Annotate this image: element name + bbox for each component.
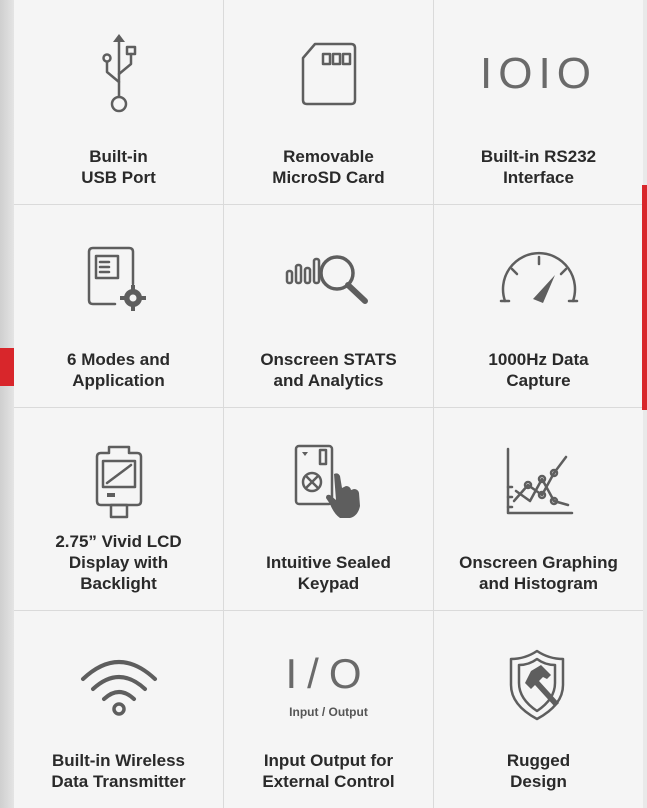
- feature-input-output: I/O Input / Output Input Output for Exte…: [224, 611, 434, 808]
- device-settings-icon: [14, 231, 223, 327]
- feature-wireless-transmitter: Built-in Wireless Data Transmitter: [14, 611, 224, 808]
- input-output-icon-text: I/O: [285, 650, 372, 697]
- microsd-card-icon: [224, 26, 433, 122]
- feature-label: Removable MicroSD Card: [272, 147, 385, 187]
- feature-rugged-design: Rugged Design: [434, 611, 643, 808]
- feature-rs232-interface: IOIO Built-in RS232 Interface: [434, 0, 643, 205]
- right-accent-bar: [642, 185, 647, 410]
- speedometer-icon: [434, 231, 643, 327]
- feature-label: 1000Hz Data Capture: [488, 350, 589, 390]
- feature-lcd-display: 2.75” Vivid LCD Display with Backlight: [14, 408, 224, 611]
- analytics-icon: [224, 231, 433, 327]
- usb-icon: [14, 26, 223, 122]
- feature-label: Built-in USB Port: [81, 147, 156, 187]
- input-output-icon-caption: Input / Output: [289, 705, 368, 719]
- feature-graphing-histogram: Onscreen Graphing and Histogram: [434, 408, 643, 611]
- lcd-display-icon: [14, 434, 223, 530]
- left-accent-bar: [0, 348, 14, 386]
- feature-label: Built-in Wireless Data Transmitter: [51, 751, 186, 791]
- feature-stats-analytics: Onscreen STATS and Analytics: [224, 205, 434, 408]
- keypad-icon: [224, 434, 433, 530]
- feature-label: 2.75” Vivid LCD Display with Backlight: [55, 532, 182, 593]
- graph-icon: [434, 434, 643, 530]
- feature-label: Onscreen Graphing and Histogram: [459, 553, 618, 593]
- feature-modes-application: 6 Modes and Application: [14, 205, 224, 408]
- wifi-icon: [14, 637, 223, 733]
- rs232-icon: IOIO: [434, 26, 643, 122]
- feature-data-capture: 1000Hz Data Capture: [434, 205, 643, 408]
- rs232-icon-text: IOIO: [480, 49, 597, 98]
- feature-label: Onscreen STATS and Analytics: [260, 350, 397, 390]
- feature-label: Intuitive Sealed Keypad: [266, 553, 391, 593]
- left-shadow: [0, 0, 14, 808]
- feature-label: Input Output for External Control: [262, 751, 395, 791]
- feature-label: 6 Modes and Application: [67, 350, 170, 390]
- feature-sealed-keypad: Intuitive Sealed Keypad: [224, 408, 434, 611]
- feature-label: Rugged Design: [506, 751, 571, 791]
- shield-hammer-icon: [434, 637, 643, 733]
- feature-usb-port: Built-in USB Port: [14, 0, 224, 205]
- feature-microsd-card: Removable MicroSD Card: [224, 0, 434, 205]
- input-output-icon: I/O Input / Output: [224, 637, 433, 733]
- feature-label: Built-in RS232 Interface: [480, 147, 597, 187]
- features-grid: Built-in USB Port Removable MicroSD Card…: [14, 0, 643, 808]
